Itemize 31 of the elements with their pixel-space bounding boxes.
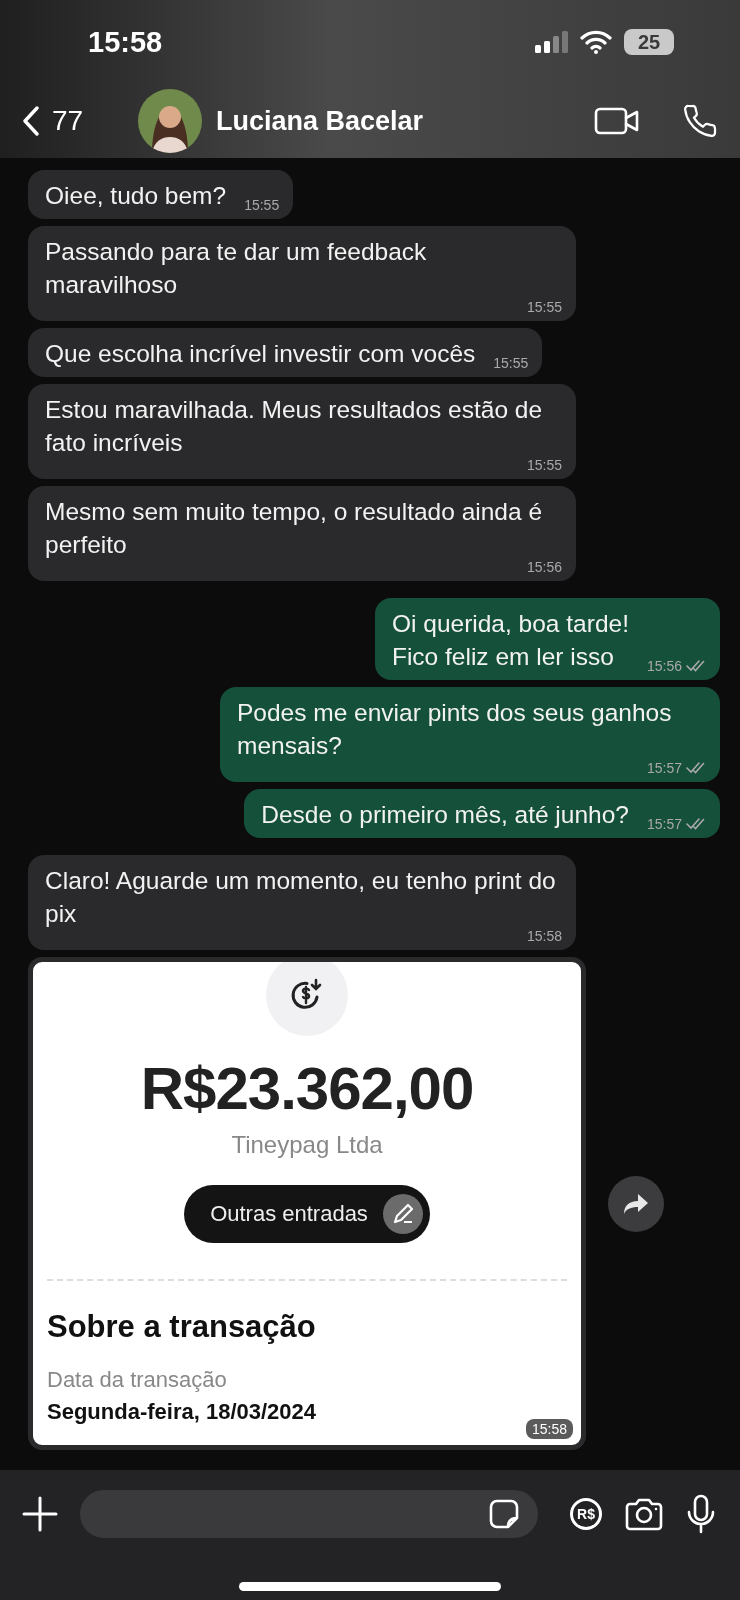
message-text: Estou maravilhada. Meus resultados estão de fato incríveis bbox=[45, 395, 544, 458]
field-value: Segunda-feira, 18/03/2024 bbox=[47, 1399, 317, 1425]
message-text: Claro! Aguarde um momento, eu tenho print do pix bbox=[45, 866, 557, 929]
amount-text: R$23.362,00 bbox=[140, 1054, 474, 1123]
status-time: 15:58 bbox=[88, 25, 163, 59]
message-text: Oiee, tudo bem? bbox=[45, 181, 227, 211]
section-heading: Sobre a transação bbox=[47, 1309, 316, 1345]
message-time: 15:55 bbox=[526, 298, 562, 316]
message-time: 15:57 bbox=[646, 759, 682, 777]
category-button: Outras entradas bbox=[184, 1185, 430, 1243]
message-time: 15:56 bbox=[526, 558, 562, 576]
message-time: 15:55 bbox=[244, 196, 280, 214]
field-label: Data da transação bbox=[47, 1367, 227, 1393]
contact-name[interactable]: Luciana Bacelar bbox=[216, 105, 580, 137]
payment-button[interactable]: R$ bbox=[570, 1498, 602, 1530]
message-text: Podes me enviar pints dos seus ganhos mensais? bbox=[237, 698, 673, 761]
message-time: 15:55 bbox=[493, 354, 529, 372]
message-text: Desde o primeiro mês, até junho? bbox=[261, 800, 629, 830]
receipt-image[interactable]: R$23.362,00 Tineypag Ltda Outras entradas Sobre a transação Data da transação Segunda-feira, 18/03/2024 15:58 bbox=[28, 957, 586, 1450]
message-text: Passando para te dar um feedback maravilhoso bbox=[45, 237, 428, 300]
message-text: Oi querida, boa tarde! Fico feliz em ler isso bbox=[391, 609, 629, 672]
message-text: Mesmo sem muito tempo, o resultado ainda é perfeito bbox=[45, 497, 544, 560]
back-button[interactable]: 77 bbox=[22, 105, 124, 137]
message-time: 15:55 bbox=[526, 456, 562, 474]
battery-level: 25 bbox=[624, 29, 674, 55]
message-time: 15:58 bbox=[526, 927, 562, 945]
message-time: 15:58 bbox=[525, 1419, 573, 1439]
message-time: 15:57 bbox=[646, 815, 682, 833]
payer-name: Tineypag Ltda bbox=[231, 1131, 383, 1159]
message-text: Que escolha incrível investir com vocês bbox=[45, 339, 476, 369]
message-time: 15:56 bbox=[646, 657, 682, 675]
